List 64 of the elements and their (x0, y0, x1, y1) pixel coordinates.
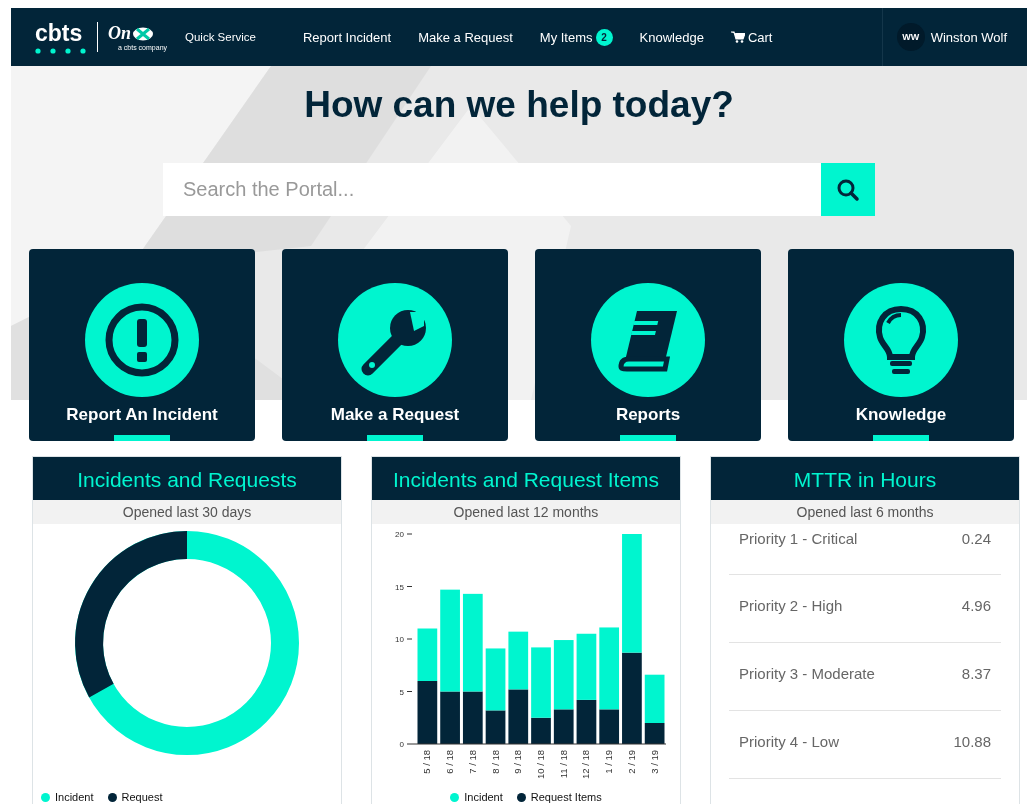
search-icon (836, 177, 860, 202)
x-axis-label: 3 / 19 (648, 750, 660, 774)
shortcut-tile[interactable]: Reports (535, 249, 761, 441)
y-tick: 20 (395, 530, 413, 539)
x-axis-label: 11 / 18 (557, 750, 569, 779)
nav-link[interactable]: Knowledge (639, 29, 704, 45)
card-title: Incidents and Requests (33, 457, 341, 500)
shortcut-tile[interactable]: Knowledge (788, 249, 1014, 441)
priority-label: Priority 1 - Critical (739, 530, 858, 547)
x-axis-label: 9 / 18 (512, 750, 524, 774)
x-badge-icon (132, 26, 154, 41)
nav-link[interactable]: Quick Service (185, 31, 256, 43)
mttr-value: 8.37 (961, 665, 991, 682)
legend-label: Incident (464, 791, 503, 803)
y-tick: 15 (395, 582, 413, 592)
nav-link[interactable]: My Items 2 (539, 28, 613, 46)
search-button[interactable] (821, 163, 875, 216)
card-subtitle: Opened last 12 months (372, 500, 680, 524)
x-axis-label: 2 / 19 (625, 750, 637, 774)
x-axis-label: 10 / 18 (535, 750, 546, 780)
cart-icon (730, 31, 745, 43)
x-axis-label: 8 / 18 (489, 750, 501, 774)
mttr-value: 4.96 (961, 597, 991, 614)
y-tick-label: 5 (399, 687, 405, 697)
mttr-value: 10.88 (953, 733, 991, 750)
nav-link[interactable]: Report Incident (302, 29, 392, 45)
dots-icon (35, 47, 87, 54)
card-subtitle: Opened last 30 days (33, 500, 341, 524)
y-tick: 5 (399, 687, 413, 697)
y-tick-label: 10 (395, 635, 405, 644)
x-axis-label: 5 / 18 (421, 750, 433, 774)
y-tick: 0 (399, 740, 413, 749)
count-badge: 2 (595, 28, 613, 46)
exclamation-circle-icon (85, 283, 199, 397)
card-title: Incidents and Request Items (372, 457, 680, 500)
legend-label: Request (121, 791, 163, 803)
priority-label: Priority 2 - High (739, 597, 843, 614)
priority-label: Priority 4 - Low (739, 733, 840, 750)
legend-label: Incident (55, 791, 94, 803)
x-axis-label: 12 / 18 (580, 750, 592, 780)
x-axis-label: 1 / 19 (603, 750, 615, 774)
search-field[interactable]: Search the Portal... (163, 163, 821, 216)
priority-label: Priority 3 - Moderate (739, 665, 875, 682)
partner-logo[interactable]: On (108, 23, 131, 44)
x-axis-label: 7 / 18 (466, 750, 478, 774)
legend-label: Request Items (530, 791, 602, 803)
nav-link[interactable]: Make a Request (418, 29, 513, 45)
lightbulb-circle-icon (844, 283, 958, 397)
hero-heading: How can we help today? (304, 84, 734, 126)
book-circle-icon (591, 283, 705, 397)
y-tick-label: 15 (395, 582, 405, 592)
shortcut-tile[interactable]: Make a Request (282, 249, 508, 441)
mttr-value: 0.24 (961, 530, 991, 547)
x-axis-label: 6 / 18 (444, 750, 456, 774)
card-subtitle: Opened last 6 months (711, 500, 1019, 524)
brand-logo[interactable]: cbts (35, 20, 83, 45)
user-avatar: WW (896, 23, 925, 51)
y-tick-label: 0 (399, 740, 405, 749)
wrench-circle-icon (338, 283, 452, 397)
y-tick: 10 (395, 635, 413, 644)
y-tick-label: 20 (395, 530, 405, 539)
shortcut-tile[interactable]: Report An Incident (29, 249, 255, 441)
card-title: MTTR in Hours (711, 457, 1019, 500)
cart-link[interactable]: Cart (730, 29, 773, 45)
